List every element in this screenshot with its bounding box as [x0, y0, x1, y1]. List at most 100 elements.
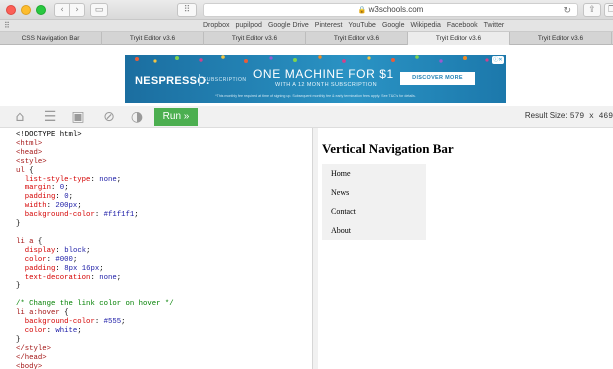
- code-line: list-style-type: none;: [16, 176, 174, 185]
- home-icon[interactable]: ⌂: [11, 109, 29, 125]
- code-token: :: [90, 175, 100, 184]
- code-token: <head>: [16, 148, 43, 157]
- code-token: padding: [16, 193, 56, 202]
- show-tabs-button[interactable]: ❐: [604, 3, 613, 17]
- ad-close-icon[interactable]: ⓘ✕: [492, 56, 504, 64]
- bookmark-link[interactable]: Wikipedia: [411, 22, 441, 29]
- ad-fine-print: *This monthly fee required at time of si…: [215, 94, 416, 98]
- nav-item-news[interactable]: News: [322, 183, 426, 202]
- code-token: ;: [64, 184, 69, 193]
- code-line: <!DOCTYPE html>: [16, 131, 174, 140]
- nav-item-contact[interactable]: Contact: [322, 202, 426, 221]
- menu-icon[interactable]: ☰: [41, 109, 59, 125]
- code-token: margin: [16, 184, 52, 193]
- code-token: background-color: [16, 318, 95, 327]
- code-editor[interactable]: <!DOCTYPE html> <html> <head> <style> ul { l…: [10, 128, 313, 369]
- code-token: <!DOCTYPE html>: [16, 131, 82, 139]
- code-token: <body>: [16, 362, 43, 369]
- code-line: }: [16, 336, 174, 345]
- save-icon[interactable]: ▣: [69, 109, 87, 125]
- bookmark-link[interactable]: Dropbox: [203, 22, 229, 29]
- code-token: ;: [116, 175, 122, 184]
- zoom-window-button[interactable]: [36, 5, 46, 15]
- nespresso-ad-banner[interactable]: NESPRESSO. SUBSCRIPTION ONE MACHINE FOR …: [125, 55, 506, 103]
- grid-icon[interactable]: ⠿: [4, 20, 10, 32]
- code-line: color: white;: [16, 327, 174, 336]
- result-size-label: Result Size:: [524, 111, 568, 120]
- code-token: :: [55, 246, 65, 255]
- run-button[interactable]: Run »: [154, 108, 198, 126]
- bookmark-link[interactable]: pupilpod: [235, 22, 261, 29]
- nav-item-about[interactable]: About: [322, 221, 426, 240]
- code-line: background-color: #555;: [16, 318, 174, 327]
- browser-tab[interactable]: Tryit Editor v3.6: [510, 32, 612, 45]
- close-window-button[interactable]: [6, 5, 16, 15]
- code-token: li a:hover: [16, 309, 60, 318]
- forward-button[interactable]: ›: [69, 3, 85, 17]
- code-token: ;: [121, 318, 126, 327]
- browser-tab[interactable]: Tryit Editor v3.6: [102, 32, 204, 45]
- code-token: text-decoration: [16, 273, 91, 282]
- code-line: </head>: [16, 354, 174, 363]
- code-token: :: [94, 318, 104, 327]
- code-token: ;: [86, 246, 91, 255]
- bookmark-link[interactable]: Google Drive: [268, 22, 309, 29]
- code-line: </style>: [16, 345, 174, 354]
- ad-area: NESPRESSO. SUBSCRIPTION ONE MACHINE FOR …: [0, 45, 613, 106]
- code-token: :: [94, 211, 104, 220]
- code-line: width: 200px;: [16, 202, 174, 211]
- back-button[interactable]: ‹: [54, 3, 70, 17]
- browser-tab[interactable]: Tryit Editor v3.6: [408, 32, 510, 45]
- code-line: ul {: [16, 167, 174, 176]
- discover-more-button[interactable]: DISCOVER MORE: [400, 72, 475, 85]
- nav-item-home[interactable]: Home: [322, 164, 426, 183]
- code-token: 200px: [55, 202, 78, 211]
- code-token: </style>: [16, 344, 52, 353]
- code-text[interactable]: <!DOCTYPE html> <html> <head> <style> ul { l…: [16, 131, 174, 369]
- address-bar[interactable]: 🔒 w3schools.com ↻: [203, 3, 578, 17]
- ad-divider: [199, 74, 200, 86]
- ad-headline: ONE MACHINE FOR $1: [253, 67, 394, 81]
- code-line: padding: 8px 16px;: [16, 265, 174, 274]
- bookmark-link[interactable]: Twitter: [484, 22, 505, 29]
- bookmark-link[interactable]: Google: [382, 22, 405, 29]
- code-token: ;: [68, 193, 73, 202]
- top-sites-button[interactable]: ⠿: [177, 3, 197, 17]
- code-token: color: [16, 326, 47, 335]
- code-token: #f1f1f1: [103, 211, 135, 220]
- result-pane: Vertical Navigation Bar Home News Contact A…: [318, 128, 613, 369]
- chevron-left-icon: ‹: [60, 5, 64, 15]
- code-token: }: [16, 220, 21, 229]
- bookmark-link[interactable]: YouTube: [348, 22, 376, 29]
- ad-subscription-label: SUBSCRIPTION: [203, 77, 247, 83]
- browser-tab[interactable]: Tryit Editor v3.6: [306, 32, 408, 45]
- no-direction-icon[interactable]: ⊘: [100, 109, 118, 125]
- share-button[interactable]: ⇪: [583, 3, 601, 17]
- browser-titlebar: ‹ › ▭ ⠿ 🔒 w3schools.com ↻ ⇪ ❐: [0, 0, 613, 20]
- code-line: padding: 0;: [16, 193, 174, 202]
- tabs-icon: ❐: [607, 5, 613, 15]
- code-token: block: [64, 246, 87, 255]
- code-token: 8px 16px: [64, 264, 100, 273]
- code-line: margin: 0;: [16, 184, 174, 193]
- reload-icon[interactable]: ↻: [563, 4, 571, 16]
- code-line: <style>: [16, 158, 174, 167]
- bookmark-link[interactable]: Pinterest: [315, 22, 343, 29]
- code-token: none: [99, 273, 117, 282]
- minimize-window-button[interactable]: [21, 5, 31, 15]
- code-token: {: [33, 237, 43, 246]
- bookmark-link[interactable]: Facebook: [447, 22, 478, 29]
- code-line: background-color: #f1f1f1;: [16, 211, 174, 220]
- code-token: ;: [116, 273, 122, 282]
- code-token: li a: [16, 237, 34, 246]
- code-line: /* Change the link color on hover */: [16, 300, 174, 309]
- code-token: background-color: [16, 211, 95, 220]
- theme-icon[interactable]: ◑: [128, 109, 146, 125]
- browser-tab[interactable]: CSS Navigation Bar: [0, 32, 102, 45]
- code-line: color: #000;: [16, 256, 174, 265]
- code-line: display: block;: [16, 247, 174, 256]
- code-token: :: [51, 184, 60, 193]
- browser-tab[interactable]: Tryit Editor v3.6: [204, 32, 306, 45]
- sidebar-toggle-button[interactable]: ▭: [90, 3, 108, 17]
